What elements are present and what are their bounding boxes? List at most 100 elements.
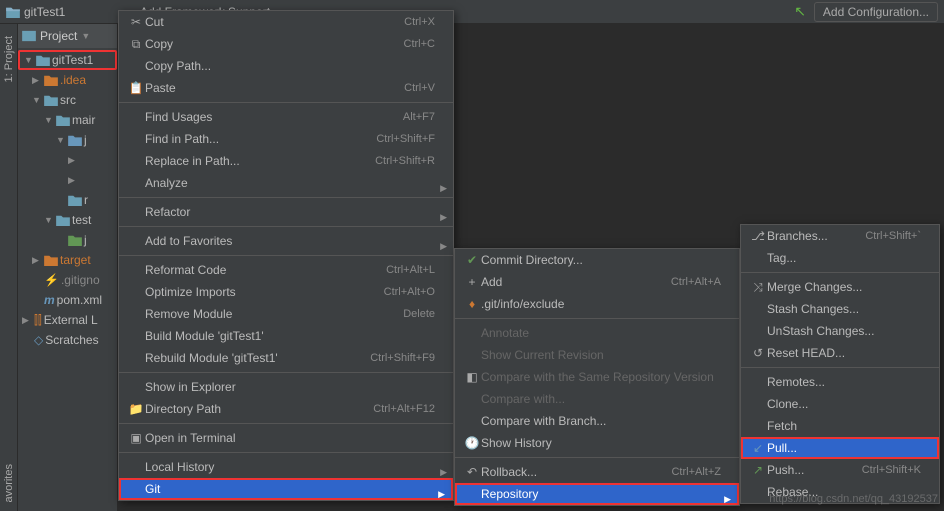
- menu-remove-module[interactable]: Remove ModuleDelete: [119, 303, 453, 325]
- add-icon: +: [463, 275, 481, 289]
- menu-show-history[interactable]: 🕐Show History: [455, 432, 739, 454]
- tree-root[interactable]: gitTest1: [18, 50, 117, 70]
- menu-git[interactable]: Git: [119, 478, 453, 500]
- tool-window-bar-left: 1: Project avorites: [0, 24, 18, 511]
- menu-find-in-path[interactable]: Find in Path...Ctrl+Shift+F: [119, 128, 453, 150]
- folder-icon: [68, 134, 82, 146]
- tree-item[interactable]: [18, 150, 117, 170]
- chevron-down-icon: ▼: [81, 31, 90, 41]
- folder-icon: [68, 194, 82, 206]
- folder-icon: [44, 254, 58, 266]
- menu-annotate[interactable]: Annotate: [455, 322, 739, 344]
- history-icon: 🕐: [463, 436, 481, 450]
- tree-external-libs[interactable]: ⫿⫿External L: [18, 310, 117, 330]
- menu-open-terminal[interactable]: ▣Open in Terminal: [119, 427, 453, 449]
- tree-item-resources[interactable]: r: [18, 190, 117, 210]
- sidebar-project-tab[interactable]: 1: Project: [3, 36, 15, 82]
- menu-rollback[interactable]: ↶Rollback...Ctrl+Alt+Z: [455, 461, 739, 483]
- menu-remotes[interactable]: Remotes...: [741, 371, 939, 393]
- git-icon: ♦: [463, 297, 481, 311]
- menu-merge[interactable]: ⤨Merge Changes...: [741, 276, 939, 298]
- menu-add[interactable]: +AddCtrl+Alt+A: [455, 271, 739, 293]
- pull-icon: ↙: [749, 441, 767, 455]
- menu-reformat[interactable]: Reformat CodeCtrl+Alt+L: [119, 259, 453, 281]
- tree-scratches[interactable]: ◇Scratches: [18, 330, 117, 350]
- maven-icon: m: [44, 293, 55, 307]
- folder-icon: [36, 54, 50, 66]
- copy-icon: ⧉: [127, 37, 145, 52]
- folder-icon: 📁: [127, 402, 145, 416]
- breadcrumb-project[interactable]: gitTest1: [24, 5, 65, 19]
- menu-tag[interactable]: Tag...: [741, 247, 939, 269]
- menu-cut[interactable]: ✂CutCtrl+X: [119, 11, 453, 33]
- sidebar-favorites-tab[interactable]: avorites: [3, 464, 15, 503]
- menu-pull[interactable]: ↙Pull...: [741, 437, 939, 459]
- menu-directory-path[interactable]: 📁Directory PathCtrl+Alt+F12: [119, 398, 453, 420]
- menu-git-info-exclude[interactable]: ♦.git/info/exclude: [455, 293, 739, 315]
- menu-compare[interactable]: Compare with...: [455, 388, 739, 410]
- menu-local-history[interactable]: Local History: [119, 456, 453, 478]
- menu-reset-head[interactable]: ↺Reset HEAD...: [741, 342, 939, 364]
- menu-compare-branch[interactable]: Compare with Branch...: [455, 410, 739, 432]
- tree-item-idea[interactable]: .idea: [18, 70, 117, 90]
- menu-build[interactable]: Build Module 'gitTest1': [119, 325, 453, 347]
- add-configuration-button[interactable]: Add Configuration...: [814, 2, 938, 22]
- tree-item[interactable]: [18, 170, 117, 190]
- paste-icon: 📋: [127, 81, 145, 95]
- tree-item-main[interactable]: mair: [18, 110, 117, 130]
- menu-paste[interactable]: 📋PasteCtrl+V: [119, 77, 453, 99]
- diff-icon: ◧: [463, 370, 481, 384]
- folder-icon: [44, 94, 58, 106]
- push-icon: ↗: [749, 463, 767, 477]
- menu-commit-dir[interactable]: ✔Commit Directory...: [455, 249, 739, 271]
- build-icon[interactable]: ↖: [794, 3, 806, 20]
- tree-item-target[interactable]: target: [18, 250, 117, 270]
- file-icon: ⚡: [44, 273, 59, 287]
- cut-icon: ✂: [127, 15, 145, 29]
- reset-icon: ↺: [749, 346, 767, 360]
- menu-show-revision[interactable]: Show Current Revision: [455, 344, 739, 366]
- project-header[interactable]: Project ▼: [18, 24, 117, 48]
- menu-replace-in-path[interactable]: Replace in Path...Ctrl+Shift+R: [119, 150, 453, 172]
- menu-fetch[interactable]: Fetch: [741, 415, 939, 437]
- branch-icon: ⎇: [749, 229, 767, 243]
- menu-find-usages[interactable]: Find UsagesAlt+F7: [119, 106, 453, 128]
- git-submenu: ✔Commit Directory... +AddCtrl+Alt+A ♦.gi…: [454, 248, 740, 506]
- menu-repository[interactable]: Repository: [455, 483, 739, 505]
- folder-icon: [6, 6, 20, 18]
- menu-push[interactable]: ↗Push...Ctrl+Shift+K: [741, 459, 939, 481]
- merge-icon: ⤨: [749, 280, 767, 295]
- menu-add-favorites[interactable]: Add to Favorites: [119, 230, 453, 252]
- project-tool-window: Project ▼ gitTest1 .idea src mair j r te…: [18, 24, 118, 511]
- folder-icon: [44, 74, 58, 86]
- menu-analyze[interactable]: Analyze: [119, 172, 453, 194]
- menu-refactor[interactable]: Refactor: [119, 201, 453, 223]
- project-view-icon: [22, 30, 36, 42]
- menu-clone[interactable]: Clone...: [741, 393, 939, 415]
- library-icon: ⫿⫿: [34, 313, 42, 328]
- tree-item-test[interactable]: test: [18, 210, 117, 230]
- folder-icon: [68, 234, 82, 246]
- menu-unstash[interactable]: UnStash Changes...: [741, 320, 939, 342]
- menu-branches[interactable]: ⎇Branches...Ctrl+Shift+`: [741, 225, 939, 247]
- menu-rebuild[interactable]: Rebuild Module 'gitTest1'Ctrl+Shift+F9: [119, 347, 453, 369]
- scratches-icon: ◇: [34, 333, 43, 347]
- tree-item-pom[interactable]: mpom.xml: [18, 290, 117, 310]
- commit-icon: ✔: [463, 253, 481, 267]
- tree-item-java1[interactable]: j: [18, 130, 117, 150]
- menu-compare-same[interactable]: ◧Compare with the Same Repository Versio…: [455, 366, 739, 388]
- context-menu: ✂CutCtrl+X ⧉CopyCtrl+C Copy Path... 📋Pas…: [118, 10, 454, 501]
- tree-item-gitignore[interactable]: ⚡.gitigno: [18, 270, 117, 290]
- folder-icon: [56, 214, 70, 226]
- project-tree[interactable]: gitTest1 .idea src mair j r test j targe…: [18, 48, 117, 352]
- project-dropdown[interactable]: Project: [40, 29, 77, 43]
- menu-optimize[interactable]: Optimize ImportsCtrl+Alt+O: [119, 281, 453, 303]
- tree-item-src[interactable]: src: [18, 90, 117, 110]
- repository-submenu: ⎇Branches...Ctrl+Shift+` Tag... ⤨Merge C…: [740, 224, 940, 504]
- tree-item-java2[interactable]: j: [18, 230, 117, 250]
- rollback-icon: ↶: [463, 465, 481, 479]
- menu-copy[interactable]: ⧉CopyCtrl+C: [119, 33, 453, 55]
- menu-copy-path[interactable]: Copy Path...: [119, 55, 453, 77]
- menu-stash[interactable]: Stash Changes...: [741, 298, 939, 320]
- menu-show-explorer[interactable]: Show in Explorer: [119, 376, 453, 398]
